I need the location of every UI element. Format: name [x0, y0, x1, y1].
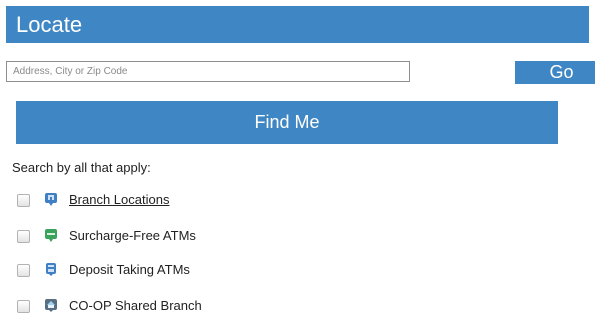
filter-row-surcharge-free-atms[interactable]: Surcharge-Free ATMs — [0, 224, 595, 248]
deposit-atm-icon — [44, 262, 58, 276]
filter-row-deposit-taking-atms[interactable]: Deposit Taking ATMs — [0, 258, 595, 282]
branch-location-icon — [44, 192, 58, 206]
search-input[interactable] — [6, 61, 410, 82]
filters-heading: Search by all that apply: — [12, 160, 151, 175]
coop-shared-branch-icon — [44, 298, 58, 312]
filter-row-coop-shared-branch[interactable]: CO-OP Shared Branch — [0, 294, 595, 318]
branch-locations-checkbox[interactable] — [17, 194, 30, 207]
coop-shared-branch-checkbox[interactable] — [17, 300, 30, 313]
surcharge-free-atms-checkbox[interactable] — [17, 230, 30, 243]
deposit-taking-atms-checkbox[interactable] — [17, 264, 30, 277]
surcharge-free-atm-icon — [44, 228, 58, 242]
coop-shared-branch-label: CO-OP Shared Branch — [69, 298, 202, 313]
go-button[interactable]: Go — [515, 61, 595, 84]
page-title: Locate — [16, 12, 83, 37]
branch-locations-label[interactable]: Branch Locations — [69, 192, 169, 208]
header-bar: Locate — [6, 6, 589, 43]
find-me-button[interactable]: Find Me — [16, 101, 558, 144]
surcharge-free-atms-label: Surcharge-Free ATMs — [69, 228, 196, 243]
deposit-taking-atms-label: Deposit Taking ATMs — [69, 262, 190, 277]
filter-row-branch-locations[interactable]: Branch Locations — [0, 188, 595, 212]
